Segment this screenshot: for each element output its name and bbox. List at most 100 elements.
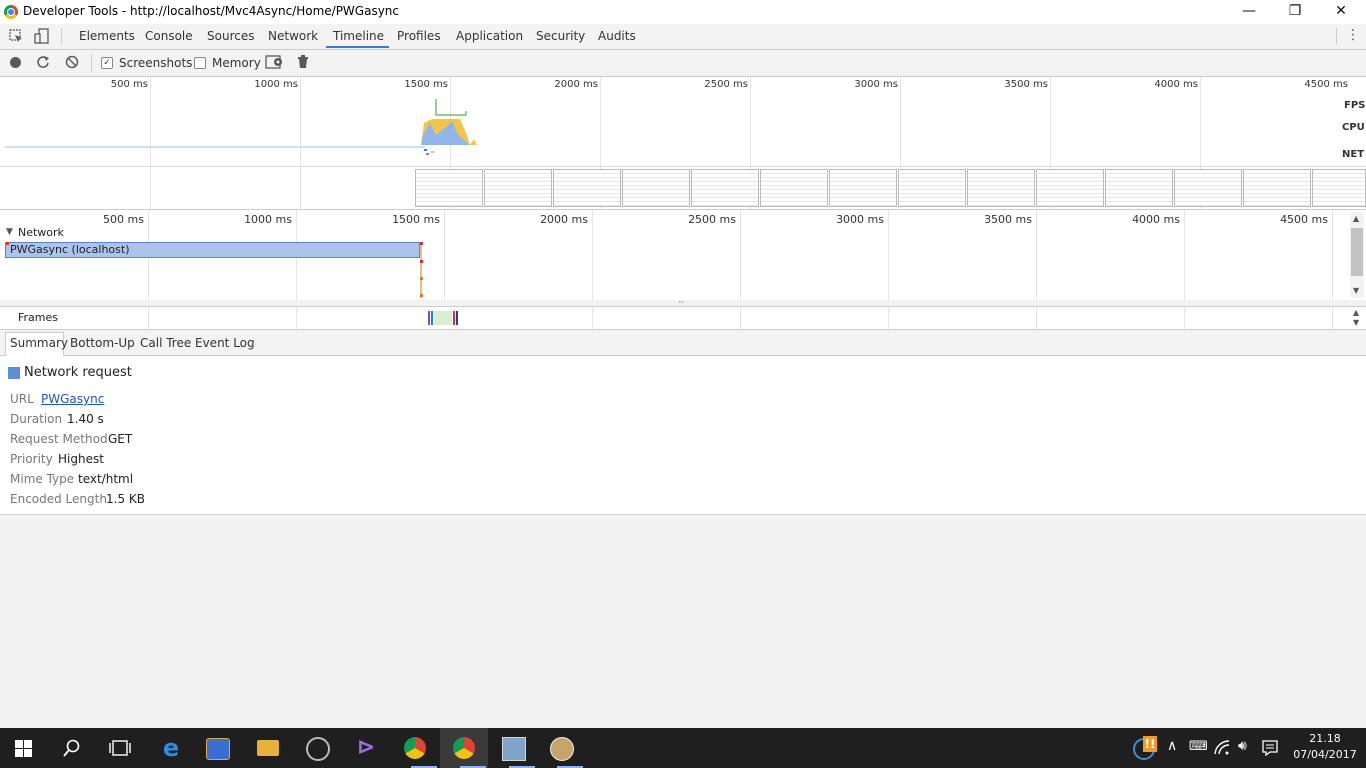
scroll-down-icon[interactable]: ▼ xyxy=(1353,286,1359,295)
chrome-icon[interactable] xyxy=(404,737,426,759)
tab-call-tree[interactable]: Call Tree xyxy=(140,336,191,350)
flame-tick: 4500 ms xyxy=(1280,213,1328,226)
windows-start-icon[interactable] xyxy=(15,740,32,757)
frame-marker[interactable] xyxy=(453,311,455,325)
summary-heading: Network request xyxy=(24,365,132,380)
tab-sources[interactable]: Sources xyxy=(207,29,254,43)
show-hidden-icons-icon[interactable]: ∧ xyxy=(1167,738,1177,754)
record-icon[interactable] xyxy=(10,57,21,68)
tab-timeline[interactable]: Timeline xyxy=(333,29,384,43)
tab-application[interactable]: Application xyxy=(456,29,523,43)
trash-icon[interactable] xyxy=(297,55,309,69)
collapse-triangle-icon[interactable]: ▼ xyxy=(6,227,13,237)
category-swatch xyxy=(8,367,20,379)
screenshot-thumbnail[interactable] xyxy=(484,169,552,207)
tab-audits[interactable]: Audits xyxy=(598,29,636,43)
flame-tick: 4000 ms xyxy=(1132,213,1180,226)
frames-label: Frames xyxy=(18,311,59,324)
network-section-label[interactable]: Network xyxy=(18,226,64,239)
reload-icon[interactable] xyxy=(36,55,50,69)
summary-value: 1.5 KB xyxy=(106,492,145,506)
app-icon[interactable] xyxy=(306,737,330,761)
flame-tick: 3000 ms xyxy=(836,213,884,226)
paint-app-icon[interactable] xyxy=(550,737,574,761)
grid-line xyxy=(148,307,149,329)
tab-console[interactable]: Console xyxy=(145,29,193,43)
inspect-element-icon[interactable] xyxy=(9,29,23,43)
screenshot-thumbnail[interactable] xyxy=(1174,169,1242,207)
clear-icon[interactable] xyxy=(65,55,79,69)
screenshots-checkbox[interactable]: ✓ xyxy=(101,57,113,69)
frame-marker[interactable] xyxy=(431,311,433,325)
tab-event-log[interactable]: Event Log xyxy=(195,336,255,350)
archive-app-icon[interactable] xyxy=(502,737,526,761)
flame-tick: 2500 ms xyxy=(688,213,736,226)
task-view-icon[interactable] xyxy=(109,740,131,756)
tab-network[interactable]: Network xyxy=(268,29,318,43)
request-marker xyxy=(420,260,423,263)
memory-checkbox[interactable] xyxy=(194,57,206,69)
media-player-icon[interactable] xyxy=(206,738,230,760)
chrome-icon[interactable] xyxy=(453,737,475,759)
scroll-up-icon[interactable]: ▲ xyxy=(1353,214,1359,223)
cpu-scripting-area xyxy=(470,139,477,145)
notification-badge-icon[interactable]: !! xyxy=(1143,736,1157,752)
close-button[interactable]: ✕ xyxy=(1318,0,1364,24)
frame-marker[interactable] xyxy=(428,311,430,325)
system-clock[interactable]: 21.18 07/04/2017 xyxy=(1290,731,1360,763)
minimize-button[interactable]: — xyxy=(1226,0,1272,24)
screenshot-thumbnail[interactable] xyxy=(622,169,690,207)
volume-icon[interactable]: 🔊︎ xyxy=(1238,738,1247,754)
flame-chart[interactable]: 500 ms 1000 ms 1500 ms 2000 ms 2500 ms 3… xyxy=(0,210,1366,300)
title-bar: Developer Tools - http://localhost/Mvc4A… xyxy=(0,0,1366,24)
grid-line xyxy=(1332,307,1333,329)
scroll-down-icon[interactable]: ▼ xyxy=(1353,318,1359,327)
summary-key: Request Method xyxy=(10,432,108,446)
screenshot-thumbnail[interactable] xyxy=(553,169,621,207)
flame-tick: 1000 ms xyxy=(244,213,292,226)
screenshot-thumbnail[interactable] xyxy=(760,169,828,207)
timeline-overview[interactable]: 500 ms 1000 ms 1500 ms 2000 ms 2500 ms 3… xyxy=(0,77,1366,210)
url-link[interactable]: PWGasync xyxy=(41,392,104,406)
divider xyxy=(61,28,62,45)
frame-marker[interactable] xyxy=(456,311,458,325)
screenshot-thumbnail[interactable] xyxy=(829,169,897,207)
screenshot-thumbnail[interactable] xyxy=(691,169,759,207)
tab-elements[interactable]: Elements xyxy=(79,29,135,43)
maximize-button[interactable]: ❐ xyxy=(1272,0,1318,24)
visual-studio-icon[interactable]: ⊳ xyxy=(350,734,382,762)
scroll-up-icon[interactable]: ▲ xyxy=(1353,308,1359,317)
device-toggle-icon[interactable] xyxy=(34,28,50,44)
screenshot-thumbnail[interactable] xyxy=(1105,169,1173,207)
summary-key: Encoded Length xyxy=(10,492,107,506)
frame-marker[interactable] xyxy=(434,311,452,325)
action-center-icon[interactable] xyxy=(1262,740,1278,756)
more-menu-icon[interactable]: ⋮ xyxy=(1346,27,1360,43)
search-icon[interactable] xyxy=(63,739,81,757)
flame-tick: 3500 ms xyxy=(984,213,1032,226)
tab-profiles[interactable]: Profiles xyxy=(397,29,441,43)
summary-key: Mime Type xyxy=(10,472,75,486)
tab-security[interactable]: Security xyxy=(536,29,585,43)
scrollbar-thumb[interactable] xyxy=(1351,228,1363,276)
grid-line xyxy=(592,210,593,300)
screenshot-thumbnail[interactable] xyxy=(967,169,1035,207)
active-tab-indicator xyxy=(326,46,389,48)
grid-line xyxy=(1036,307,1037,329)
tab-bottom-up[interactable]: Bottom-Up xyxy=(70,336,135,350)
screenshot-thumbnail[interactable] xyxy=(898,169,966,207)
capture-settings-icon[interactable] xyxy=(265,54,285,70)
overview-graph xyxy=(5,99,477,155)
edge-browser-icon[interactable]: e xyxy=(155,734,187,762)
input-method-icon[interactable]: ⌨ xyxy=(1189,739,1208,754)
file-explorer-icon[interactable] xyxy=(257,740,279,756)
net-dot xyxy=(426,153,429,155)
frames-track[interactable]: Frames ▲ ▼ xyxy=(0,306,1366,330)
screenshot-thumbnail[interactable] xyxy=(1036,169,1104,207)
screenshot-thumbnail[interactable] xyxy=(1312,169,1366,207)
tab-summary[interactable]: Summary xyxy=(10,336,68,350)
request-marker xyxy=(420,242,422,298)
screenshot-thumbnail[interactable] xyxy=(1243,169,1311,207)
screenshot-thumbnail[interactable] xyxy=(415,169,483,207)
wifi-icon[interactable] xyxy=(1214,740,1230,756)
